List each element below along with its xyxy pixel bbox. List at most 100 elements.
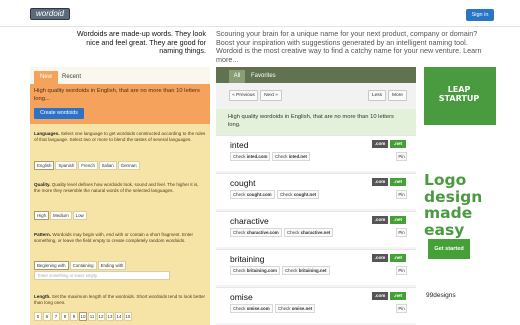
net-domain: charactive.net — [300, 230, 331, 235]
tab-all[interactable]: All — [229, 70, 245, 83]
ad-get-started-button[interactable]: Get started — [428, 239, 470, 259]
language-option-french[interactable]: French — [78, 161, 98, 170]
length-option-13[interactable]: 13 — [106, 312, 114, 321]
check-net-button[interactable]: Check charactive.net — [284, 228, 334, 237]
result-word[interactable]: britaining — [230, 254, 265, 264]
previous-button[interactable]: « Previous — [229, 90, 258, 101]
com-domain: charactive.com — [246, 230, 279, 235]
net-status-badge: .net — [390, 140, 406, 148]
length-description: Set the maximum length of the wordoids. … — [34, 294, 206, 306]
ad-sample-logo: LEAP STARTUP — [438, 85, 480, 103]
generator-tabs: New Recent — [30, 67, 210, 84]
language-option-english[interactable]: English — [34, 161, 55, 170]
tab-favorites[interactable]: Favorites — [251, 70, 276, 83]
check-label: Check — [278, 306, 291, 311]
generator-summary: High quality wordoids in English, that a… — [30, 84, 210, 124]
wordoid-logo[interactable]: wordoid — [30, 8, 70, 20]
language-option-spanish[interactable]: Spanish — [55, 161, 78, 170]
length-options: 5 6 7 8 9 10 11 12 13 14 15 — [34, 312, 132, 321]
result-word[interactable]: cought — [230, 178, 256, 188]
length-option-8[interactable]: 8 — [61, 312, 69, 321]
check-label: Check — [233, 192, 246, 197]
check-com-button[interactable]: Check omise.com — [230, 304, 273, 313]
result-word[interactable]: omise — [230, 292, 253, 302]
results-navigation: « Previous Next » Less More — [216, 83, 416, 109]
ad-brand-name: 99designs — [426, 292, 456, 299]
pattern-option-beginning[interactable]: Beginning with — [34, 261, 69, 270]
check-com-button[interactable]: Check cought.com — [230, 190, 275, 199]
check-label: Check — [275, 154, 288, 159]
create-wordoids-button[interactable]: Create wordoids — [34, 108, 84, 119]
length-option-10[interactable]: 10 — [79, 312, 87, 321]
pin-button[interactable]: Pin — [396, 304, 407, 313]
length-option-9[interactable]: 9 — [70, 312, 78, 321]
sign-in-button[interactable]: Sign in — [466, 9, 494, 21]
intro-text: Scouring your brain for a unique name fo… — [216, 29, 482, 64]
check-net-button[interactable]: Check inted.net — [272, 152, 310, 161]
com-domain: inted.com — [246, 154, 268, 159]
length-option-7[interactable]: 7 — [52, 312, 60, 321]
result-row: inted Check inted.com Check inted.net .com.… — [216, 135, 416, 171]
quality-options: High Medium Low — [34, 211, 87, 220]
results-panel: All Favorites « Previous Next » Less Mor… — [216, 67, 416, 325]
pin-button[interactable]: Pin — [396, 190, 407, 199]
tab-new[interactable]: New — [34, 71, 58, 84]
languages-title: Languages. — [34, 131, 60, 136]
quality-option-high[interactable]: High — [34, 211, 50, 220]
check-net-button[interactable]: Check omise.net — [275, 304, 316, 313]
quality-section: Quality. Quality level defines how wordo… — [34, 182, 206, 194]
length-option-14[interactable]: 14 — [115, 312, 123, 321]
next-button[interactable]: Next » — [260, 90, 282, 101]
languages-section: Languages. Select one language to get wo… — [34, 131, 206, 143]
net-status-badge: .net — [390, 254, 406, 262]
net-status-badge: .net — [390, 292, 406, 300]
length-option-15[interactable]: 15 — [124, 312, 132, 321]
header-divider — [0, 26, 520, 27]
length-option-5[interactable]: 5 — [34, 312, 42, 321]
tab-recent[interactable]: Recent — [62, 71, 81, 84]
com-status-badge: .com — [372, 140, 388, 148]
quality-option-low[interactable]: Low — [72, 211, 87, 220]
more-button[interactable]: More — [388, 90, 407, 101]
pin-button[interactable]: Pin — [396, 152, 407, 161]
result-word[interactable]: inted — [230, 140, 248, 150]
language-option-german[interactable]: German — [117, 161, 140, 170]
quality-option-medium[interactable]: Medium — [50, 211, 72, 220]
check-com-button[interactable]: Check charactive.com — [230, 228, 282, 237]
net-domain: omise.net — [291, 306, 313, 311]
length-option-11[interactable]: 11 — [88, 312, 96, 321]
generator-summary-text: High quality wordoids in English, that a… — [34, 88, 200, 102]
result-word[interactable]: charactive — [230, 216, 269, 226]
check-label: Check — [280, 192, 293, 197]
net-domain: cought.net — [293, 192, 317, 197]
check-label: Check — [285, 268, 298, 273]
quality-title: Quality. — [34, 182, 51, 187]
com-domain: cought.com — [246, 192, 272, 197]
result-row: cought Check cought.com Check cought.net .c… — [216, 173, 416, 209]
length-option-12[interactable]: 12 — [97, 312, 105, 321]
net-domain: britaining.net — [298, 268, 327, 273]
pattern-option-containing[interactable]: Containing — [69, 261, 97, 270]
language-option-italian[interactable]: Italian — [98, 161, 117, 170]
advertisement[interactable]: LEAP STARTUP Logo design made easy Get s… — [424, 67, 496, 325]
check-net-button[interactable]: Check britaining.net — [282, 266, 330, 275]
pattern-section: Pattern. Wordoids may begin with, end wi… — [34, 232, 206, 244]
check-label: Check — [233, 154, 246, 159]
pattern-options: Beginning with Containing Ending with — [34, 261, 127, 270]
pattern-input[interactable]: Enter something or leave empty — [34, 271, 170, 280]
check-net-button[interactable]: Check cought.net — [277, 190, 320, 199]
less-button[interactable]: Less — [368, 90, 386, 101]
results-summary: High quality wordoids in English, that a… — [216, 109, 416, 135]
length-option-6[interactable]: 6 — [43, 312, 51, 321]
check-label: Check — [233, 230, 246, 235]
result-row: britaining Check britaining.com Check brit… — [216, 249, 416, 285]
net-status-badge: .net — [390, 216, 406, 224]
com-status-badge: .com — [372, 292, 388, 300]
check-com-button[interactable]: Check britaining.com — [230, 266, 280, 275]
pin-button[interactable]: Pin — [396, 266, 407, 275]
pattern-option-ending[interactable]: Ending with — [97, 261, 127, 270]
quality-description: Quality level defines how wordoids look,… — [34, 182, 199, 194]
check-com-button[interactable]: Check inted.com — [230, 152, 271, 161]
com-status-badge: .com — [372, 254, 388, 262]
pin-button[interactable]: Pin — [396, 228, 407, 237]
